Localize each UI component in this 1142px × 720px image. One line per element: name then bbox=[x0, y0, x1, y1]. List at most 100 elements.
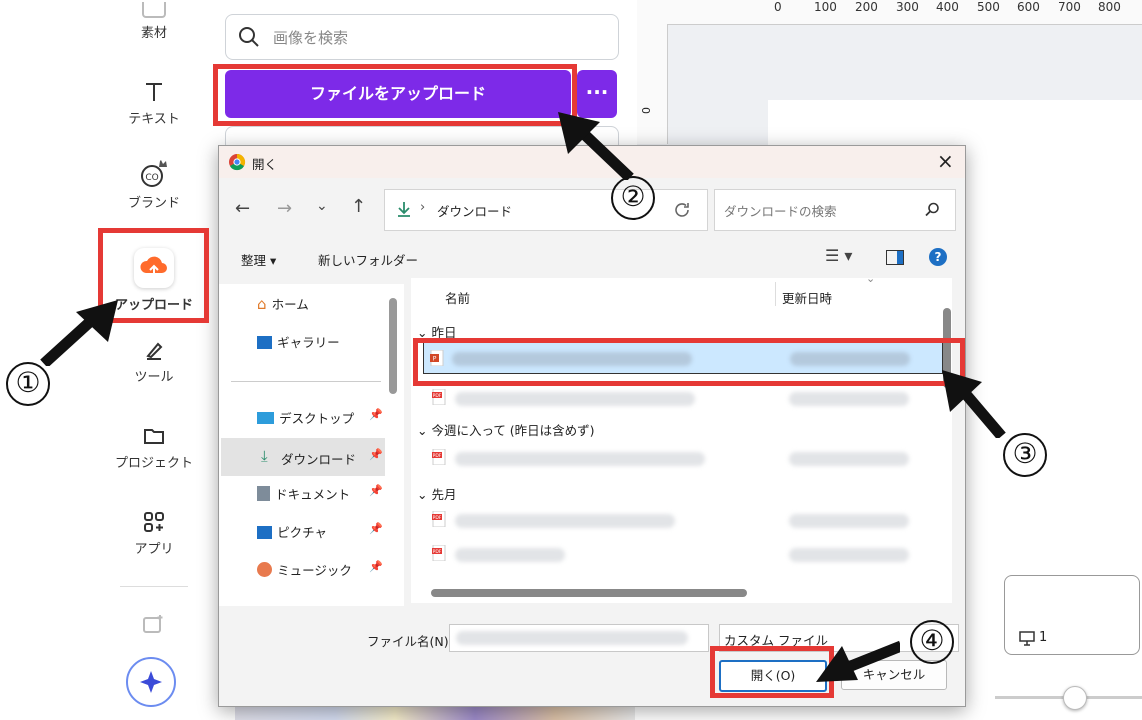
pin-icon[interactable]: 📌 bbox=[369, 522, 383, 535]
column-header-date[interactable]: 更新日時 bbox=[782, 288, 832, 307]
horizontal-ruler: 0 100 200 300 400 500 600 700 800 bbox=[637, 0, 1142, 25]
file-row[interactable]: PDF bbox=[423, 506, 943, 534]
ruler-label: 700 bbox=[1058, 0, 1081, 14]
help-icon[interactable]: ? bbox=[929, 248, 947, 266]
sidebar-item-label: プロジェクト bbox=[114, 456, 193, 471]
ruler-label: 600 bbox=[1017, 0, 1040, 14]
nav-item-downloads[interactable]: ⤓ ダウンロード 📌 bbox=[221, 438, 385, 476]
blurred-date bbox=[789, 392, 909, 406]
file-open-dialog: 開く × ← → ⌄ ↑ › ダウンロード ダウンロードの検索 整理 ▾ 新しい… bbox=[218, 145, 966, 707]
elements-icon bbox=[142, 2, 166, 18]
nav-scrollbar[interactable] bbox=[389, 298, 397, 394]
pdf-file-icon: PDF bbox=[432, 389, 446, 405]
sidebar-item-brand[interactable]: CO ブランド bbox=[108, 158, 200, 211]
magic-media-icon[interactable] bbox=[141, 613, 165, 637]
arrow-pointer-4 bbox=[816, 640, 900, 682]
sidebar-item-label: ブランド bbox=[127, 196, 180, 211]
ruler-label: 0 bbox=[774, 0, 782, 14]
pdf-file-icon: PDF bbox=[432, 545, 446, 561]
file-row[interactable]: PDF bbox=[423, 384, 943, 412]
blurred-filename bbox=[456, 631, 688, 645]
nav-item-gallery[interactable]: ギャラリー bbox=[257, 332, 397, 351]
nav-item-desktop[interactable]: デスクトップ 📌 bbox=[257, 408, 397, 427]
group-header-last-month[interactable]: ⌄ 先月 bbox=[417, 484, 456, 503]
page-number: 1 bbox=[1039, 630, 1048, 645]
text-icon bbox=[146, 83, 162, 101]
pin-icon[interactable]: 📌 bbox=[369, 484, 383, 497]
group-label: 今週に入って (昨日は含めず) bbox=[431, 423, 595, 438]
svg-text:PDF: PDF bbox=[433, 393, 442, 399]
vertical-ruler: 0 bbox=[637, 24, 668, 144]
file-list: 名前 更新日時 ⌄ ⌄ 昨日 P PDF ⌄ 今週に入って (昨日は含めず) P… bbox=[411, 272, 952, 603]
tools-icon bbox=[146, 342, 163, 360]
pin-icon[interactable]: 📌 bbox=[369, 560, 383, 573]
svg-text:PDF: PDF bbox=[433, 453, 442, 459]
sparkle-icon bbox=[140, 671, 162, 693]
ruler-label: 500 bbox=[977, 0, 1000, 14]
search-placeholder: 画像を検索 bbox=[273, 29, 349, 47]
refresh-icon[interactable] bbox=[673, 201, 691, 219]
step-number-2: ② bbox=[611, 176, 655, 220]
close-icon[interactable]: × bbox=[937, 149, 954, 173]
column-header-name[interactable]: 名前 bbox=[445, 288, 470, 307]
nav-item-home[interactable]: ⌂ ホーム bbox=[257, 294, 397, 313]
nav-item-music[interactable]: ミュージック 📌 bbox=[257, 560, 397, 579]
highlight-upload-button bbox=[213, 64, 577, 126]
page-thumbnail[interactable]: 1 bbox=[1004, 575, 1140, 655]
preview-pane-icon[interactable] bbox=[886, 250, 904, 265]
file-row[interactable]: PDF bbox=[423, 540, 943, 568]
zoom-slider-handle[interactable] bbox=[1063, 686, 1087, 710]
pin-icon[interactable]: 📌 bbox=[369, 408, 383, 421]
sidebar-item-label: アプリ bbox=[134, 542, 174, 557]
organize-label: 整理 bbox=[241, 253, 267, 268]
view-options-icon[interactable]: ☰ ▾ bbox=[825, 246, 852, 265]
magic-button[interactable] bbox=[126, 657, 176, 707]
search-icon bbox=[925, 202, 939, 217]
apps-icon bbox=[144, 512, 164, 532]
download-arrow-icon: ⤓ bbox=[261, 447, 268, 465]
gallery-icon bbox=[257, 336, 272, 349]
sidebar-divider bbox=[120, 586, 188, 587]
svg-text:PDF: PDF bbox=[433, 549, 442, 555]
nav-label: ドキュメント bbox=[275, 487, 351, 502]
filename-label: ファイル名(N): bbox=[367, 634, 453, 649]
blurred-filename bbox=[455, 452, 705, 466]
thumbnail-strip bbox=[235, 705, 635, 720]
sidebar-item-apps[interactable]: アプリ bbox=[108, 510, 200, 557]
ruler-label: 200 bbox=[855, 0, 878, 14]
svg-text:PDF: PDF bbox=[433, 515, 442, 521]
sidebar-item-elements[interactable]: 素材 bbox=[108, 2, 200, 41]
navigation-pane: ⌂ ホーム ギャラリー デスクトップ 📌 ⤓ ダウンロード 📌 ドキュメント 📌… bbox=[219, 284, 404, 606]
group-header-this-week[interactable]: ⌄ 今週に入って (昨日は含めず) bbox=[417, 420, 595, 439]
breadcrumb-downloads[interactable]: ダウンロード bbox=[437, 201, 512, 220]
blurred-filename bbox=[455, 392, 695, 406]
history-chevron-icon[interactable]: ⌄ bbox=[316, 198, 328, 214]
file-row[interactable]: PDF bbox=[423, 444, 943, 472]
step-number-1: ① bbox=[6, 362, 50, 406]
organize-menu[interactable]: 整理 ▾ bbox=[241, 250, 276, 269]
chrome-icon bbox=[229, 153, 246, 171]
nav-label: ホーム bbox=[271, 297, 309, 312]
up-arrow-icon[interactable]: ↑ bbox=[351, 196, 366, 217]
back-arrow-icon[interactable]: ← bbox=[235, 198, 250, 219]
step-number-3: ③ bbox=[1003, 433, 1047, 477]
nav-item-pictures[interactable]: ピクチャ 📌 bbox=[257, 522, 397, 541]
new-folder-button[interactable]: 新しいフォルダー bbox=[318, 250, 418, 269]
image-search-box[interactable]: 画像を検索 bbox=[225, 14, 619, 60]
forward-arrow-icon[interactable]: → bbox=[277, 198, 292, 219]
folder-search-box[interactable]: ダウンロードの検索 bbox=[714, 189, 956, 231]
sidebar-item-text[interactable]: テキスト bbox=[108, 80, 200, 127]
nav-item-documents[interactable]: ドキュメント 📌 bbox=[257, 484, 397, 503]
address-bar[interactable]: › ダウンロード bbox=[384, 189, 708, 231]
pin-icon[interactable]: 📌 bbox=[369, 448, 383, 461]
horizontal-scrollbar[interactable] bbox=[431, 589, 747, 597]
ruler-label: 400 bbox=[936, 0, 959, 14]
blurred-filename bbox=[455, 548, 565, 562]
nav-label: ミュージック bbox=[277, 563, 352, 578]
dialog-title: 開く bbox=[252, 157, 278, 172]
nav-label: ピクチャ bbox=[277, 525, 327, 540]
filename-input[interactable] bbox=[449, 624, 709, 652]
nav-label: デスクトップ bbox=[279, 411, 355, 426]
sidebar-item-projects[interactable]: プロジェクト bbox=[108, 424, 200, 471]
pdf-file-icon: PDF bbox=[432, 449, 446, 465]
